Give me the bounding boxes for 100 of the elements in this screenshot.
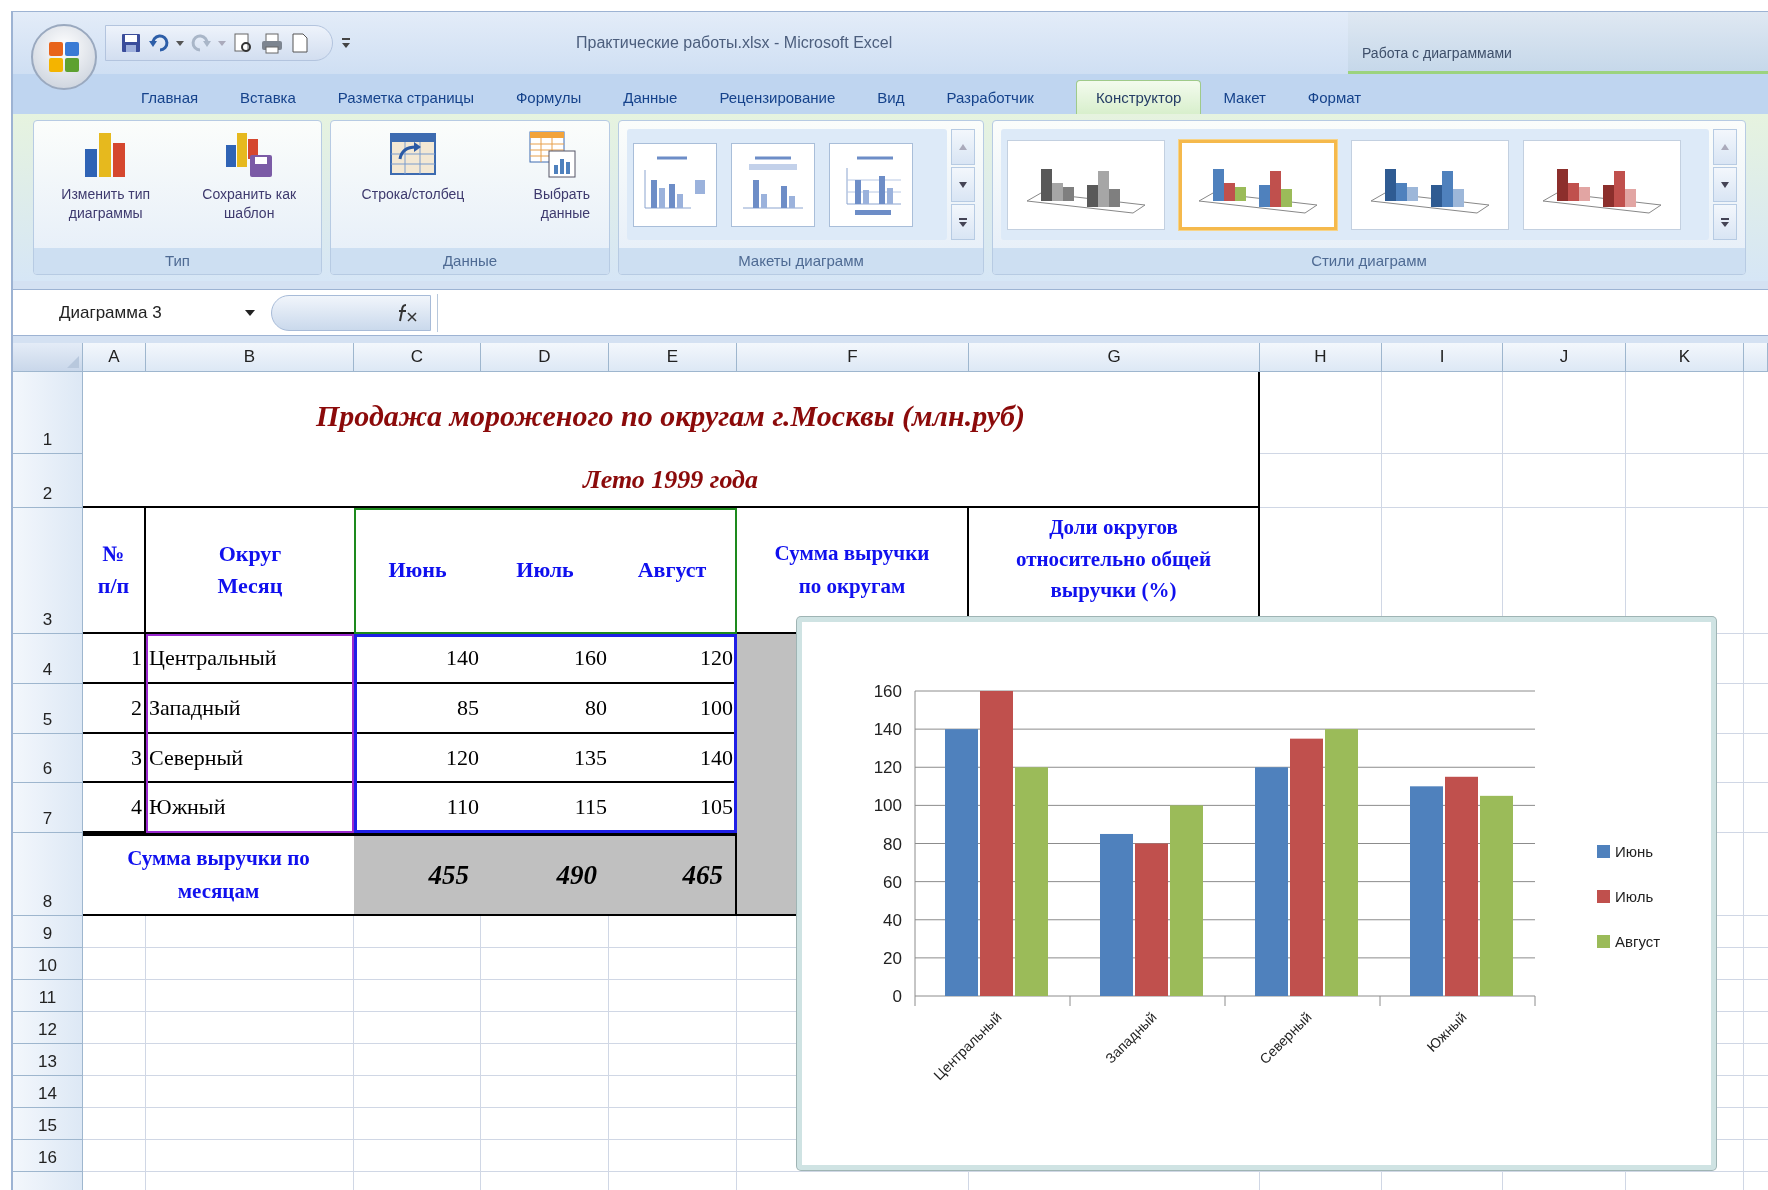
row-header[interactable]: 8 xyxy=(13,833,83,916)
ribbon-tab[interactable]: Разметка страницы xyxy=(317,80,494,114)
row-header[interactable]: 5 xyxy=(13,684,83,734)
more-icon xyxy=(959,217,967,227)
save-icon[interactable] xyxy=(120,32,142,54)
context-group-label: Работа с диаграммами xyxy=(1362,45,1512,61)
ribbon-tab[interactable]: Макет xyxy=(1203,80,1286,114)
customize-caret-icon[interactable] xyxy=(341,36,351,50)
table-cell: 2 xyxy=(83,684,146,734)
undo-icon[interactable] xyxy=(148,32,170,54)
column-header[interactable]: H xyxy=(1260,343,1382,372)
column-heading: № п/п xyxy=(83,508,146,634)
ribbon-tab[interactable]: Главная xyxy=(121,80,219,114)
chart-style-button[interactable] xyxy=(1007,139,1165,230)
caret-icon[interactable] xyxy=(245,309,255,316)
total-cell: 490 xyxy=(481,833,609,916)
chart-layout-button[interactable] xyxy=(633,142,717,227)
chart-layout-button[interactable] xyxy=(829,142,913,227)
triangle-icon xyxy=(67,356,79,368)
column-header[interactable]: J xyxy=(1503,343,1626,372)
ribbon-tab[interactable]: Конструктор xyxy=(1075,80,1202,114)
row-header[interactable]: 12 xyxy=(13,1012,83,1044)
row-header[interactable]: 6 xyxy=(13,734,83,783)
legend-label: Июнь xyxy=(1615,843,1654,860)
column-header[interactable]: K xyxy=(1626,343,1744,372)
row-header[interactable]: 3 xyxy=(13,508,83,634)
ribbon-tab[interactable]: Вид xyxy=(857,80,925,114)
up-triangle-icon xyxy=(959,143,967,150)
column-header[interactable]: F xyxy=(737,343,969,372)
table-cell: 160 xyxy=(481,634,609,684)
print-preview-icon[interactable] xyxy=(232,32,254,54)
row-header[interactable]: 15 xyxy=(13,1108,83,1140)
window-title: Практические работы.xlsx - Microsoft Excel xyxy=(576,34,893,52)
table-cell: 4 xyxy=(83,783,146,833)
y-tick-label: 160 xyxy=(873,682,902,701)
ribbon-tab[interactable]: Вставка xyxy=(220,80,316,114)
group-label: Макеты диаграмм xyxy=(619,248,983,274)
sheet-subtitle: Лето 1999 года xyxy=(582,465,759,495)
column-header[interactable]: C xyxy=(354,343,481,372)
ribbon-button[interactable]: Строка/столбец xyxy=(348,127,478,206)
table-cell: 120 xyxy=(354,734,481,783)
ribbon-button[interactable]: Изменить тип диаграммы xyxy=(41,127,170,225)
ribbon-tab[interactable]: Формулы xyxy=(495,80,602,114)
more-button[interactable] xyxy=(1713,204,1737,240)
total-cell: 465 xyxy=(609,833,737,916)
column-header[interactable]: I xyxy=(1382,343,1503,372)
table-cell: 80 xyxy=(481,684,609,734)
name-box[interactable]: Диаграмма 3 xyxy=(35,294,265,331)
column-header[interactable]: B xyxy=(146,343,354,372)
down-triangle-icon xyxy=(1721,181,1729,188)
y-tick-label: 80 xyxy=(883,834,902,854)
office-logo-icon xyxy=(47,40,81,74)
row-header[interactable]: 11 xyxy=(13,980,83,1012)
row-header[interactable]: 1 xyxy=(13,372,83,454)
total-label: Сумма выручки по месяцам xyxy=(83,833,354,916)
column-header[interactable]: A xyxy=(83,343,146,372)
row-header[interactable]: 4 xyxy=(13,634,83,684)
ribbon-tab[interactable]: Разработчик xyxy=(926,80,1054,114)
chart-style-button[interactable] xyxy=(1179,139,1337,230)
fx-icon[interactable] xyxy=(396,302,418,323)
ribbon-tab[interactable]: Рецензирование xyxy=(699,80,856,114)
column-heading: Округ Месяц xyxy=(146,508,354,634)
more-icon xyxy=(1721,217,1729,227)
new-document-icon[interactable] xyxy=(290,32,310,54)
column-header[interactable]: D xyxy=(481,343,609,372)
scroll-down-button[interactable] xyxy=(951,166,975,203)
up-triangle-icon xyxy=(1721,143,1729,150)
y-tick-label: 60 xyxy=(883,872,902,892)
down-triangle-icon xyxy=(959,181,967,188)
total-cell: 455 xyxy=(354,833,481,916)
column-header[interactable]: G xyxy=(969,343,1260,372)
row-header[interactable]: 10 xyxy=(13,948,83,980)
chart-layout-button[interactable] xyxy=(731,142,815,227)
row-header[interactable]: 9 xyxy=(13,916,83,948)
column-header[interactable]: E xyxy=(609,343,737,372)
group-label: Стили диаграмм xyxy=(993,248,1745,274)
table-cell: 3 xyxy=(83,734,146,783)
chart-style-button[interactable] xyxy=(1523,139,1681,230)
table-cell: 1 xyxy=(83,634,146,684)
ribbon-tab[interactable]: Формат xyxy=(1287,80,1382,114)
sheet-title: Продажа мороженого по округам г.Москвы (млн.руб) xyxy=(315,399,1026,433)
chart-style-button[interactable] xyxy=(1351,139,1509,230)
row-header[interactable]: 7 xyxy=(13,783,83,833)
row-header[interactable]: 2 xyxy=(13,454,83,508)
y-tick-label: 140 xyxy=(873,720,902,740)
table-chart-icon xyxy=(527,129,577,179)
group-label: Тип xyxy=(34,248,321,274)
legend-label: Июль xyxy=(1615,888,1654,905)
legend-label: Август xyxy=(1615,933,1661,950)
row-header[interactable]: 14 xyxy=(13,1076,83,1108)
y-tick-label: 20 xyxy=(883,948,902,968)
row-header[interactable]: 16 xyxy=(13,1140,83,1172)
ribbon-button[interactable]: Выбрать данные xyxy=(512,127,592,225)
row-header[interactable]: 13 xyxy=(13,1044,83,1076)
ribbon-button[interactable]: Сохранить как шаблон xyxy=(185,127,314,225)
scroll-down-button[interactable] xyxy=(1713,166,1737,203)
table-cell: 85 xyxy=(354,684,481,734)
ribbon-tab[interactable]: Данные xyxy=(603,80,698,114)
print-icon[interactable] xyxy=(260,32,284,54)
more-button[interactable] xyxy=(951,204,975,240)
